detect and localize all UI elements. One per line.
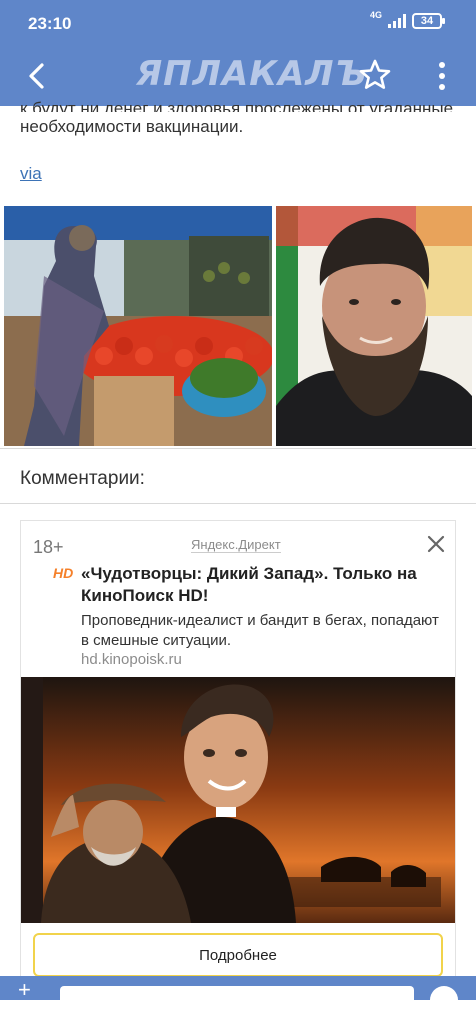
bottom-bar: + — [0, 976, 476, 1014]
status-bar: 23:10 4G 34 — [0, 0, 476, 48]
comments-heading: Комментарии: — [20, 468, 145, 489]
network-type: 4G — [369, 9, 382, 20]
close-icon[interactable] — [427, 535, 445, 553]
divider — [0, 503, 476, 504]
more-menu-icon[interactable] — [428, 58, 456, 94]
age-rating: 18+ — [33, 537, 64, 557]
battery-level: 34 — [420, 15, 434, 27]
portrait-photo[interactable] — [276, 206, 472, 446]
article-text-cut: к будут ни денег и здоровья прослежены о… — [20, 99, 454, 112]
more-details-button[interactable]: Подробнее — [33, 933, 443, 977]
market-photo[interactable] — [4, 206, 272, 446]
app-header: 23:10 4G 34 ЯПЛАКАЛЪ — [0, 0, 476, 106]
battery-icon: 34 — [412, 13, 445, 29]
comment-input[interactable] — [60, 986, 414, 1006]
hd-logo-icon: HD — [53, 565, 74, 581]
status-icons: 4G 34 — [369, 9, 445, 29]
site-logo[interactable]: ЯПЛАКАЛЪ — [136, 54, 367, 94]
favorite-star-icon[interactable] — [356, 56, 394, 94]
divider — [0, 448, 476, 449]
status-time: 23:10 — [28, 14, 72, 33]
back-arrow-icon[interactable] — [20, 58, 56, 94]
ad-title[interactable]: «Чудотворцы: Дикий Запад». Только на Кин… — [81, 563, 449, 607]
ad-poster-image[interactable] — [21, 677, 455, 923]
via-link[interactable]: via — [20, 164, 42, 184]
ad-domain[interactable]: hd.kinopoisk.ru — [81, 651, 182, 668]
add-icon[interactable]: + — [18, 979, 31, 1001]
signal-icon — [388, 14, 406, 28]
article-paragraph: необходимости вакцинации. — [20, 117, 244, 136]
send-button[interactable] — [430, 986, 458, 1014]
ad-description: Проповедник-идеалист и бандит в бегах, п… — [81, 612, 439, 649]
ad-provider[interactable]: Яндекс.Директ — [191, 537, 281, 553]
ad-block[interactable]: 18+ Яндекс.Директ HD «Чудотворцы: Дикий … — [20, 520, 456, 990]
